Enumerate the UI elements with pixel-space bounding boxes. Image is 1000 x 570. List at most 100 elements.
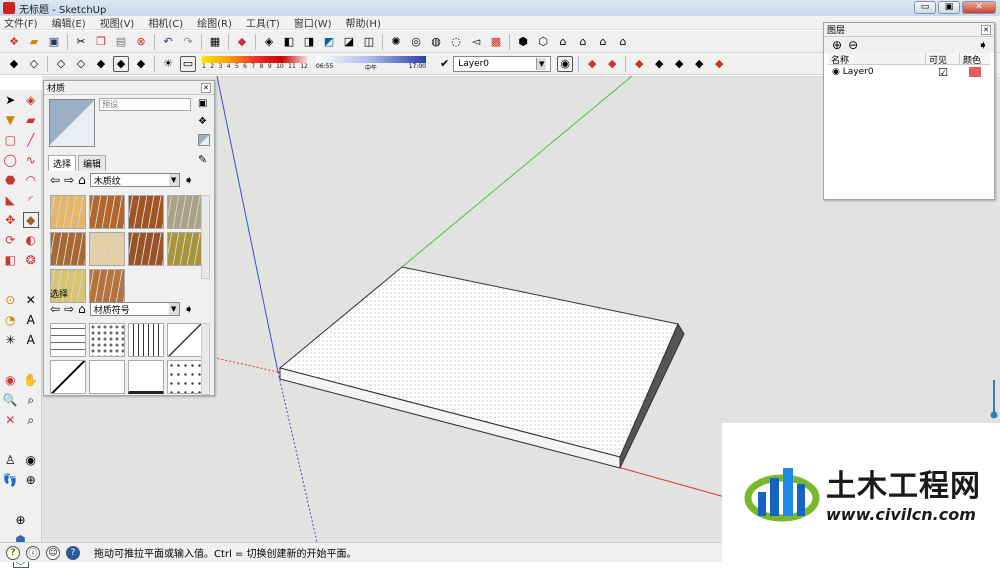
dimension-icon[interactable]: ✕ <box>23 292 39 308</box>
delete-layer-icon[interactable]: ⊖ <box>848 38 858 52</box>
display-secondary-icon[interactable]: ▣ <box>198 98 210 110</box>
zoom-window-icon[interactable]: ⌕ <box>23 392 39 408</box>
pie-icon[interactable]: ◣ <box>2 192 18 208</box>
wood-material-swatch[interactable] <box>50 195 86 229</box>
credits-icon[interactable]: ⓘ <box>26 545 40 560</box>
walk-icon[interactable]: 👣 <box>2 472 18 488</box>
pattern-swatch[interactable] <box>50 323 86 357</box>
details-arrow-icon[interactable]: ➧ <box>978 38 988 52</box>
save-icon[interactable]: ▣ <box>46 34 62 50</box>
select-arrow-icon[interactable]: ➤ <box>2 92 18 108</box>
display-shadows-icon[interactable]: ▭ <box>180 55 196 72</box>
polygon-icon[interactable]: ⬣ <box>2 172 18 188</box>
sandbox-scratch-icon[interactable]: ◆ <box>651 56 667 72</box>
wood-material-swatch[interactable] <box>89 269 125 303</box>
right-view-icon[interactable]: ◩ <box>321 34 337 50</box>
position-camera-icon[interactable]: ♙ <box>2 452 18 468</box>
tab-edit[interactable]: 编辑 <box>78 155 107 171</box>
shadow-date-slider[interactable]: 1 2 3 4 5 6 7 8 9 10 11 12 <box>202 55 308 72</box>
print-icon[interactable]: ▦ <box>207 34 223 50</box>
left-view-icon[interactable]: ◫ <box>361 34 377 50</box>
hidden-line-icon[interactable]: ◇ <box>73 56 89 72</box>
sandbox-drape-icon[interactable]: ▩ <box>488 34 504 50</box>
line-icon[interactable]: ╱ <box>23 132 39 148</box>
look-around-icon[interactable]: ◉ <box>23 452 39 468</box>
protractor-icon[interactable]: ◔ <box>2 312 18 328</box>
solid-trim-icon[interactable]: ◍ <box>428 34 444 50</box>
active-layer-radio[interactable]: ◉ <box>832 67 840 77</box>
material-library-dropdown[interactable]: 木质纹 ▼ <box>89 173 180 187</box>
push-pull-icon[interactable]: ◆ <box>22 212 39 228</box>
xray-icon[interactable]: ◆ <box>6 56 22 72</box>
back-arrow-icon-2[interactable]: ⇦ <box>50 302 60 316</box>
material-name-input[interactable] <box>99 98 191 111</box>
maximize-button[interactable]: ▣ <box>938 1 960 14</box>
add-layer-icon[interactable]: ⊕ <box>832 38 842 52</box>
geo-location-icon[interactable]: ? <box>6 545 20 560</box>
shadow-time-slider[interactable]: 06:55 中午 17:00 <box>316 55 426 72</box>
redo-icon[interactable]: ↷ <box>180 34 196 50</box>
building-icon[interactable]: ⌂ <box>575 34 591 50</box>
undo-icon[interactable]: ↶ <box>160 34 176 50</box>
create-material-icon[interactable]: ❖ <box>198 116 210 128</box>
circle-icon[interactable]: ◯ <box>2 152 18 168</box>
pattern-swatch[interactable] <box>50 360 86 394</box>
section-plane-icon[interactable]: ◆ <box>584 56 600 72</box>
layer-dropdown[interactable]: Layer0 ▼ <box>453 55 552 72</box>
sandbox-flip-edge-icon[interactable]: ◆ <box>711 56 727 72</box>
details-arrow-icon-2[interactable]: ➧ <box>184 302 194 316</box>
menu-view[interactable]: 视图(V) <box>100 15 135 30</box>
iso-view-icon[interactable]: ◈ <box>261 34 277 50</box>
components-icon[interactable]: ⬡ <box>535 34 551 50</box>
menu-draw[interactable]: 绘图(R) <box>197 15 232 30</box>
solid-union-icon[interactable]: ✺ <box>388 34 404 50</box>
back-edges-icon[interactable]: ◇ <box>26 56 42 72</box>
wood-material-swatch[interactable] <box>89 232 125 266</box>
freehand-icon[interactable]: ∿ <box>23 152 39 168</box>
pattern-swatch[interactable] <box>128 360 164 394</box>
menu-window[interactable]: 窗口(W) <box>294 15 332 30</box>
wood-material-swatch[interactable] <box>128 232 164 266</box>
minimize-button[interactable]: ▭ <box>914 1 936 14</box>
back-arrow-icon[interactable]: ⇦ <box>50 173 60 187</box>
menu-file[interactable]: 文件(F) <box>4 15 38 30</box>
layer-visible-checkbox[interactable]: ☑ <box>926 66 960 79</box>
move-icon[interactable]: ✥ <box>2 212 18 228</box>
sandbox-smoove-icon[interactable]: ◌ <box>448 34 464 50</box>
warehouse-icon[interactable]: ⬢ <box>515 34 531 50</box>
paste-icon[interactable]: ▤ <box>113 34 129 50</box>
cut-icon[interactable]: ✂ <box>73 34 89 50</box>
make-component-icon[interactable]: ◈ <box>23 92 39 108</box>
tab-select[interactable]: 选择 <box>48 155 77 171</box>
menu-help[interactable]: 帮助(H) <box>346 15 381 30</box>
zoom-slider[interactable] <box>990 380 998 420</box>
top-view-icon[interactable]: ◧ <box>281 34 297 50</box>
zoom-icon[interactable]: 🔍 <box>2 392 18 408</box>
axes-icon[interactable]: ✳ <box>2 332 18 348</box>
monochrome-icon[interactable]: ◆ <box>133 56 149 72</box>
front-view-icon[interactable]: ◨ <box>301 34 317 50</box>
arc3-icon[interactable]: ◜ <box>23 192 39 208</box>
close-icon[interactable]: ✕ <box>201 82 211 93</box>
section-display-icon[interactable]: ◆ <box>604 56 620 72</box>
secondary-library-dropdown[interactable]: 材质符号 ▼ <box>89 302 180 316</box>
pattern-swatch[interactable] <box>89 360 125 394</box>
store-icon[interactable]: ⌂ <box>615 34 631 50</box>
close-icon[interactable]: ✕ <box>981 24 991 35</box>
offset-icon[interactable]: ❂ <box>23 252 39 268</box>
follow-me-icon[interactable]: ◐ <box>23 232 39 248</box>
menu-camera[interactable]: 相机(C) <box>148 15 183 30</box>
wood-material-swatch[interactable] <box>167 195 203 229</box>
home-icon[interactable]: ⌂ <box>78 173 86 187</box>
sandbox-stamp-icon[interactable]: ◅ <box>468 34 484 50</box>
text-icon[interactable]: A <box>23 312 39 328</box>
rotate-icon[interactable]: ⟳ <box>2 232 18 248</box>
shaded-textures-icon[interactable]: ◆ <box>113 55 129 72</box>
user-icon[interactable]: ☺ <box>46 545 60 560</box>
section-plane-tool-icon[interactable]: ⊕ <box>23 472 39 488</box>
3d-text-icon[interactable]: A <box>23 332 39 348</box>
paint-bucket-icon[interactable]: ▼ <box>2 112 18 128</box>
pan-icon[interactable]: ✋ <box>23 372 39 388</box>
close-button[interactable]: ✕ <box>962 1 996 14</box>
shaded-icon[interactable]: ◆ <box>93 56 109 72</box>
